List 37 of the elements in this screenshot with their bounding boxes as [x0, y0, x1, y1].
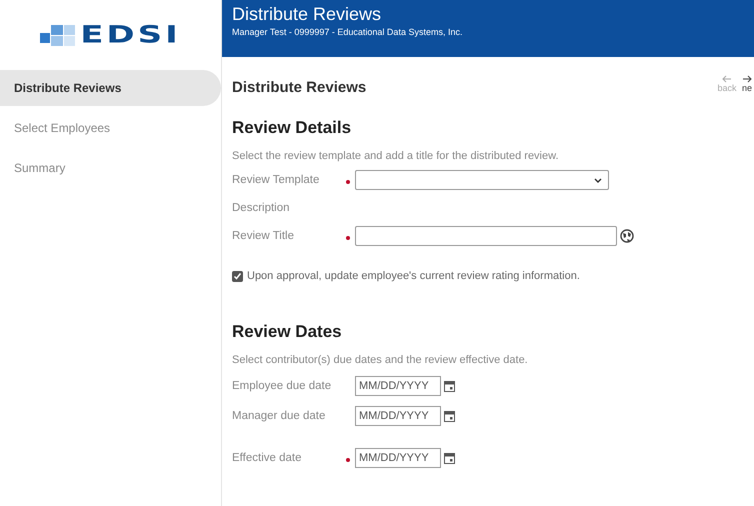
sidebar-item[interactable]: Summary	[0, 150, 221, 186]
back-link[interactable]: back	[716, 75, 738, 96]
field-label: Review Title	[232, 230, 295, 242]
section-heading: Review Dates	[232, 322, 343, 342]
field-label: Employee due date	[232, 380, 332, 392]
calendar-icon[interactable]	[444, 380, 455, 392]
field-label: Description	[232, 202, 291, 214]
section-description: Select the review template and add a title for the distributed review.	[232, 150, 560, 162]
template-select[interactable]	[355, 170, 609, 190]
checkbox-label: Upon approval, update employee's current review rating information.	[247, 270, 580, 282]
globe-icon[interactable]	[620, 229, 634, 243]
chevron-down-icon	[594, 178, 602, 182]
logo-text: EDSI	[80, 21, 181, 49]
calendar-icon[interactable]	[444, 452, 455, 464]
header-subtitle: Manager Test - 0999997 - Educational Data Systems, Inc.	[232, 27, 464, 37]
date-input[interactable]: MM/DD/YYYY	[355, 448, 441, 468]
field-label: Effective date	[232, 452, 302, 464]
sidebar-item[interactable]: Select Employees	[0, 110, 221, 146]
title-input[interactable]	[355, 226, 617, 246]
date-input[interactable]: MM/DD/YYYY	[355, 406, 441, 426]
required-dot-icon	[346, 236, 350, 240]
sidebar-item[interactable]: Distribute Reviews	[0, 70, 221, 106]
required-dot-icon	[346, 458, 350, 462]
right-arrow-icon	[742, 75, 752, 83]
calendar-icon[interactable]	[444, 410, 455, 422]
required-dot-icon	[346, 180, 350, 184]
next-link[interactable]: ne	[740, 75, 754, 96]
checkbox[interactable]	[232, 270, 243, 282]
page-title: Distribute Reviews	[232, 79, 366, 96]
field-label: Review Template	[232, 174, 320, 186]
section-heading: Review Details	[232, 118, 352, 138]
logo-icon	[40, 23, 76, 47]
header-title: Distribute Reviews	[232, 4, 382, 25]
left-arrow-icon	[722, 75, 732, 83]
date-input[interactable]: MM/DD/YYYY	[355, 376, 441, 396]
section-description: Select contributor(s) due dates and the review effective date.	[232, 354, 529, 366]
field-label: Manager due date	[232, 410, 326, 422]
